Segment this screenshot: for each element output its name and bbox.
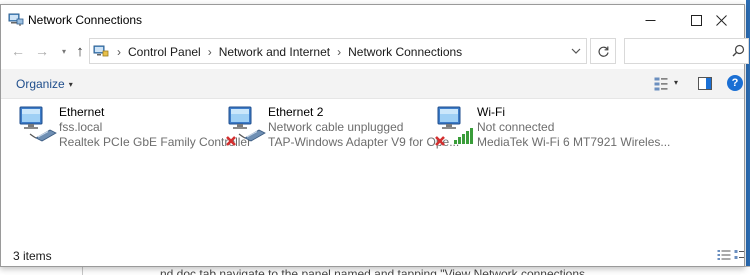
list-item-ethernet-2[interactable]: Ethernet 2 Network cable unplugged TAP-W…: [225, 104, 459, 149]
background-document-text: ...nd doc tab navigate to the panel name…: [150, 267, 585, 275]
connection-device: TAP-Windows Adapter V9 for Ope...: [268, 135, 460, 149]
back-button[interactable]: ←: [9, 41, 27, 61]
title-bar[interactable]: Network Connections: [1, 5, 744, 35]
signal-bars-icon: [454, 128, 473, 144]
window-title: Network Connections: [28, 13, 143, 27]
item-count: 3 items: [13, 249, 52, 263]
minimize-button[interactable]: [627, 5, 673, 35]
list-item-ethernet[interactable]: Ethernet fss.local Realtek PCIe GbE Fami…: [16, 104, 251, 149]
ethernet-icon: [19, 106, 57, 142]
search-input[interactable]: [629, 43, 724, 59]
connection-device: MediaTek Wi-Fi 6 MT7921 Wireles...: [477, 135, 671, 149]
breadcrumb-item-control-panel[interactable]: Control Panel: [128, 45, 201, 59]
minimize-icon: [645, 19, 655, 21]
forward-button[interactable]: →: [33, 41, 51, 61]
tiles-view-icon[interactable]: [734, 249, 744, 261]
connection-device: Realtek PCIe GbE Family Controller: [59, 135, 252, 149]
connection-name: Ethernet: [59, 105, 105, 119]
chevron-down-icon: ▾: [61, 46, 66, 56]
change-view-icon[interactable]: [654, 77, 668, 91]
breadcrumb-separator-icon: ›: [117, 45, 121, 59]
search-icon[interactable]: [730, 43, 746, 59]
chevron-down-icon: [571, 48, 581, 54]
list-item-wifi[interactable]: Wi-Fi Not connected MediaTek Wi-Fi 6 MT7…: [434, 104, 670, 149]
navigation-bar: ← → ▾ ↑ › Control Panel › Network and In…: [1, 35, 749, 67]
control-panel-icon: [93, 45, 109, 57]
back-arrow-icon: ←: [11, 43, 25, 59]
connections-list: Ethernet fss.local Realtek PCIe GbE Fami…: [1, 100, 744, 240]
search-box[interactable]: [624, 38, 749, 64]
close-button[interactable]: [698, 5, 744, 35]
breadcrumb: › Control Panel › Network and Internet ›…: [110, 45, 462, 59]
details-view-icon[interactable]: [717, 249, 731, 261]
chevron-down-icon: ▾: [68, 80, 73, 89]
view-options-dropdown[interactable]: ▾: [674, 78, 678, 87]
up-button[interactable]: ↑: [71, 41, 89, 61]
address-dropdown-button[interactable]: [568, 43, 584, 59]
ethernet-icon: [226, 106, 266, 146]
close-icon: [715, 14, 727, 26]
breadcrumb-separator-icon[interactable]: ›: [208, 45, 212, 59]
refresh-button[interactable]: [590, 38, 616, 64]
breadcrumb-item-network-and-internet[interactable]: Network and Internet: [219, 45, 330, 59]
forward-arrow-icon: →: [35, 43, 49, 59]
help-button[interactable]: ?: [727, 75, 743, 91]
help-icon: ?: [731, 77, 739, 89]
up-arrow-icon: ↑: [76, 42, 84, 60]
refresh-icon: [597, 46, 609, 57]
disconnected-x-icon: [435, 136, 445, 146]
network-connections-icon: [8, 13, 24, 26]
breadcrumb-item-network-connections[interactable]: Network Connections: [348, 45, 462, 59]
address-bar[interactable]: › Control Panel › Network and Internet ›…: [89, 38, 587, 64]
background-document: ...nd doc tab navigate to the panel name…: [0, 266, 750, 275]
command-bar: Organize ▾ ▾ ?: [1, 69, 744, 99]
connection-status: Network cable unplugged: [268, 120, 404, 134]
breadcrumb-separator-icon[interactable]: ›: [337, 45, 341, 59]
connection-status: Not connected: [477, 120, 555, 134]
disconnected-x-icon: [226, 136, 236, 146]
network-connections-window: Network Connections ← → ▾ ↑ › Control Pa…: [0, 4, 749, 267]
wifi-icon: [435, 106, 473, 146]
organize-menu-button[interactable]: Organize ▾: [16, 77, 73, 91]
organize-label: Organize: [16, 77, 65, 91]
status-bar: 3 items: [1, 243, 744, 267]
connection-name: Wi-Fi: [477, 105, 505, 119]
preview-pane-icon[interactable]: [698, 77, 712, 90]
connection-name: Ethernet 2: [268, 105, 324, 119]
connection-status: fss.local: [59, 120, 103, 134]
